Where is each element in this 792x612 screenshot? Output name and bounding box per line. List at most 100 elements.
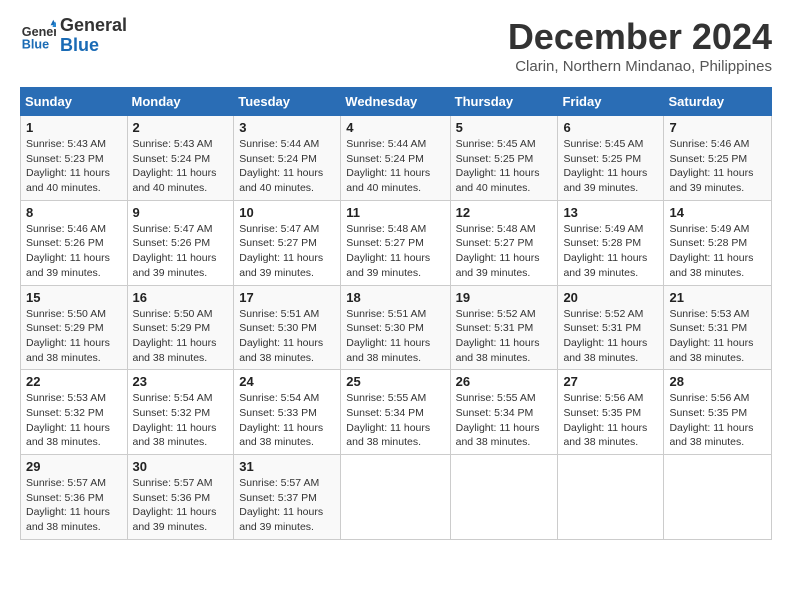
- day-number: 30: [133, 459, 229, 474]
- day-info: Sunrise: 5:57 AMSunset: 5:37 PMDaylight:…: [239, 476, 335, 535]
- day-info: Sunrise: 5:54 AMSunset: 5:33 PMDaylight:…: [239, 391, 335, 450]
- calendar-cell: 31 Sunrise: 5:57 AMSunset: 5:37 PMDaylig…: [234, 455, 341, 540]
- day-info: Sunrise: 5:55 AMSunset: 5:34 PMDaylight:…: [456, 391, 553, 450]
- day-info: Sunrise: 5:51 AMSunset: 5:30 PMDaylight:…: [346, 307, 444, 366]
- calendar-cell: 13 Sunrise: 5:49 AMSunset: 5:28 PMDaylig…: [558, 200, 664, 285]
- day-info: Sunrise: 5:48 AMSunset: 5:27 PMDaylight:…: [456, 222, 553, 281]
- day-info: Sunrise: 5:56 AMSunset: 5:35 PMDaylight:…: [563, 391, 658, 450]
- logo-blue-text: Blue: [60, 36, 127, 56]
- day-number: 20: [563, 290, 658, 305]
- calendar-cell: 19 Sunrise: 5:52 AMSunset: 5:31 PMDaylig…: [450, 285, 558, 370]
- day-number: 1: [26, 120, 122, 135]
- day-info: Sunrise: 5:55 AMSunset: 5:34 PMDaylight:…: [346, 391, 444, 450]
- day-info: Sunrise: 5:44 AMSunset: 5:24 PMDaylight:…: [346, 137, 444, 196]
- logo: General Blue General Blue: [20, 16, 127, 56]
- day-info: Sunrise: 5:46 AMSunset: 5:26 PMDaylight:…: [26, 222, 122, 281]
- day-info: Sunrise: 5:43 AMSunset: 5:23 PMDaylight:…: [26, 137, 122, 196]
- calendar-cell: 30 Sunrise: 5:57 AMSunset: 5:36 PMDaylig…: [127, 455, 234, 540]
- day-number: 28: [669, 374, 766, 389]
- calendar-cell: [341, 455, 450, 540]
- day-info: Sunrise: 5:57 AMSunset: 5:36 PMDaylight:…: [133, 476, 229, 535]
- day-info: Sunrise: 5:45 AMSunset: 5:25 PMDaylight:…: [563, 137, 658, 196]
- day-info: Sunrise: 5:50 AMSunset: 5:29 PMDaylight:…: [26, 307, 122, 366]
- day-info: Sunrise: 5:57 AMSunset: 5:36 PMDaylight:…: [26, 476, 122, 535]
- day-number: 18: [346, 290, 444, 305]
- day-info: Sunrise: 5:50 AMSunset: 5:29 PMDaylight:…: [133, 307, 229, 366]
- day-number: 23: [133, 374, 229, 389]
- calendar-cell: [450, 455, 558, 540]
- calendar-cell: 6 Sunrise: 5:45 AMSunset: 5:25 PMDayligh…: [558, 116, 664, 201]
- calendar-cell: 8 Sunrise: 5:46 AMSunset: 5:26 PMDayligh…: [21, 200, 128, 285]
- day-number: 7: [669, 120, 766, 135]
- calendar-cell: 1 Sunrise: 5:43 AMSunset: 5:23 PMDayligh…: [21, 116, 128, 201]
- calendar-cell: 12 Sunrise: 5:48 AMSunset: 5:27 PMDaylig…: [450, 200, 558, 285]
- day-number: 19: [456, 290, 553, 305]
- calendar-week-row: 29 Sunrise: 5:57 AMSunset: 5:36 PMDaylig…: [21, 455, 772, 540]
- page-header: General Blue General Blue December 2024 …: [20, 16, 772, 75]
- calendar-week-row: 1 Sunrise: 5:43 AMSunset: 5:23 PMDayligh…: [21, 116, 772, 201]
- header-tuesday: Tuesday: [234, 88, 341, 116]
- day-number: 26: [456, 374, 553, 389]
- day-info: Sunrise: 5:48 AMSunset: 5:27 PMDaylight:…: [346, 222, 444, 281]
- day-number: 24: [239, 374, 335, 389]
- day-number: 6: [563, 120, 658, 135]
- month-title: December 2024: [508, 16, 772, 58]
- calendar-cell: 16 Sunrise: 5:50 AMSunset: 5:29 PMDaylig…: [127, 285, 234, 370]
- calendar-cell: 21 Sunrise: 5:53 AMSunset: 5:31 PMDaylig…: [664, 285, 772, 370]
- calendar-cell: 27 Sunrise: 5:56 AMSunset: 5:35 PMDaylig…: [558, 370, 664, 455]
- logo-icon: General Blue: [20, 18, 56, 54]
- day-number: 8: [26, 205, 122, 220]
- day-number: 21: [669, 290, 766, 305]
- header-thursday: Thursday: [450, 88, 558, 116]
- day-number: 2: [133, 120, 229, 135]
- calendar-cell: 14 Sunrise: 5:49 AMSunset: 5:28 PMDaylig…: [664, 200, 772, 285]
- calendar-cell: [664, 455, 772, 540]
- day-number: 15: [26, 290, 122, 305]
- calendar-cell: 17 Sunrise: 5:51 AMSunset: 5:30 PMDaylig…: [234, 285, 341, 370]
- day-number: 4: [346, 120, 444, 135]
- day-info: Sunrise: 5:54 AMSunset: 5:32 PMDaylight:…: [133, 391, 229, 450]
- day-number: 31: [239, 459, 335, 474]
- day-info: Sunrise: 5:56 AMSunset: 5:35 PMDaylight:…: [669, 391, 766, 450]
- calendar-cell: 10 Sunrise: 5:47 AMSunset: 5:27 PMDaylig…: [234, 200, 341, 285]
- day-number: 27: [563, 374, 658, 389]
- calendar-cell: 4 Sunrise: 5:44 AMSunset: 5:24 PMDayligh…: [341, 116, 450, 201]
- day-info: Sunrise: 5:52 AMSunset: 5:31 PMDaylight:…: [456, 307, 553, 366]
- header-friday: Friday: [558, 88, 664, 116]
- calendar-cell: 9 Sunrise: 5:47 AMSunset: 5:26 PMDayligh…: [127, 200, 234, 285]
- day-info: Sunrise: 5:46 AMSunset: 5:25 PMDaylight:…: [669, 137, 766, 196]
- day-number: 5: [456, 120, 553, 135]
- calendar-cell: 20 Sunrise: 5:52 AMSunset: 5:31 PMDaylig…: [558, 285, 664, 370]
- header-saturday: Saturday: [664, 88, 772, 116]
- title-block: December 2024 Clarin, Northern Mindanao,…: [508, 16, 772, 75]
- calendar-cell: 29 Sunrise: 5:57 AMSunset: 5:36 PMDaylig…: [21, 455, 128, 540]
- logo-general: General: [60, 16, 127, 36]
- calendar-cell: 26 Sunrise: 5:55 AMSunset: 5:34 PMDaylig…: [450, 370, 558, 455]
- calendar-cell: 11 Sunrise: 5:48 AMSunset: 5:27 PMDaylig…: [341, 200, 450, 285]
- day-info: Sunrise: 5:47 AMSunset: 5:27 PMDaylight:…: [239, 222, 335, 281]
- day-info: Sunrise: 5:49 AMSunset: 5:28 PMDaylight:…: [563, 222, 658, 281]
- weekday-header-row: Sunday Monday Tuesday Wednesday Thursday…: [21, 88, 772, 116]
- day-number: 9: [133, 205, 229, 220]
- day-info: Sunrise: 5:47 AMSunset: 5:26 PMDaylight:…: [133, 222, 229, 281]
- header-wednesday: Wednesday: [341, 88, 450, 116]
- calendar-cell: 24 Sunrise: 5:54 AMSunset: 5:33 PMDaylig…: [234, 370, 341, 455]
- day-info: Sunrise: 5:44 AMSunset: 5:24 PMDaylight:…: [239, 137, 335, 196]
- day-info: Sunrise: 5:43 AMSunset: 5:24 PMDaylight:…: [133, 137, 229, 196]
- calendar-cell: [558, 455, 664, 540]
- location-title: Clarin, Northern Mindanao, Philippines: [508, 58, 772, 75]
- day-number: 12: [456, 205, 553, 220]
- calendar-table: Sunday Monday Tuesday Wednesday Thursday…: [20, 87, 772, 540]
- day-info: Sunrise: 5:53 AMSunset: 5:31 PMDaylight:…: [669, 307, 766, 366]
- calendar-cell: 15 Sunrise: 5:50 AMSunset: 5:29 PMDaylig…: [21, 285, 128, 370]
- calendar-cell: 3 Sunrise: 5:44 AMSunset: 5:24 PMDayligh…: [234, 116, 341, 201]
- day-number: 13: [563, 205, 658, 220]
- day-info: Sunrise: 5:51 AMSunset: 5:30 PMDaylight:…: [239, 307, 335, 366]
- day-info: Sunrise: 5:45 AMSunset: 5:25 PMDaylight:…: [456, 137, 553, 196]
- calendar-cell: 25 Sunrise: 5:55 AMSunset: 5:34 PMDaylig…: [341, 370, 450, 455]
- day-number: 25: [346, 374, 444, 389]
- calendar-week-row: 22 Sunrise: 5:53 AMSunset: 5:32 PMDaylig…: [21, 370, 772, 455]
- day-info: Sunrise: 5:49 AMSunset: 5:28 PMDaylight:…: [669, 222, 766, 281]
- calendar-cell: 28 Sunrise: 5:56 AMSunset: 5:35 PMDaylig…: [664, 370, 772, 455]
- calendar-cell: 2 Sunrise: 5:43 AMSunset: 5:24 PMDayligh…: [127, 116, 234, 201]
